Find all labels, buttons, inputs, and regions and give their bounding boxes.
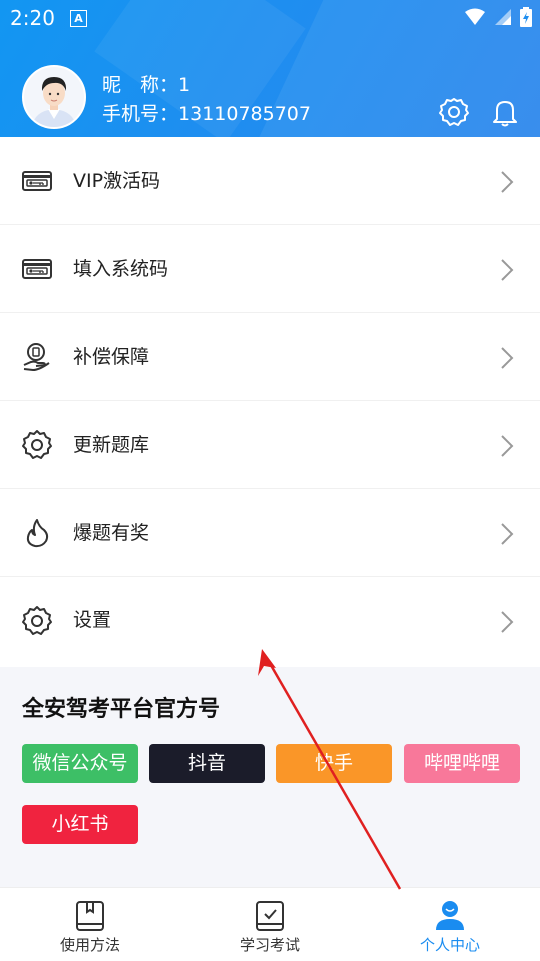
wifi-icon bbox=[465, 8, 485, 25]
official-accounts-section: 全安驾考平台官方号 微信公众号 抖音 快手 哔哩哔哩 小红书 bbox=[0, 667, 540, 887]
menu-item-label: VIP激活码 bbox=[73, 170, 161, 192]
person-icon bbox=[436, 901, 464, 930]
gear-icon bbox=[22, 430, 52, 459]
chevron-right-icon bbox=[501, 611, 514, 633]
chevron-right-icon bbox=[501, 171, 514, 193]
flame-icon bbox=[26, 519, 49, 548]
status-time: 2:20 bbox=[10, 6, 55, 30]
gear-icon bbox=[22, 606, 52, 635]
system-code-card-icon bbox=[22, 259, 52, 279]
xiaohongshu-account-button[interactable]: 小红书 bbox=[22, 805, 138, 844]
menu-item-label: 填入系统码 bbox=[73, 258, 169, 280]
tab-label: 学习考试 bbox=[239, 936, 300, 954]
section-title: 全安驾考平台官方号 bbox=[22, 697, 221, 722]
bilibili-account-button[interactable]: 哔哩哔哩 bbox=[404, 744, 520, 783]
status-bar: 2:20 A bbox=[0, 0, 540, 36]
nickname-value: 1 bbox=[178, 74, 191, 96]
douyin-account-button[interactable]: 抖音 bbox=[149, 744, 265, 783]
menu-item-update-question-bank[interactable]: 更新题库 bbox=[0, 401, 540, 489]
phone-row: 手机号：13110785707 bbox=[102, 99, 311, 126]
settings-gear-icon[interactable] bbox=[438, 96, 470, 128]
chevron-right-icon bbox=[501, 523, 514, 545]
menu-item-label: 设置 bbox=[73, 609, 112, 631]
menu-item-label: 补偿保障 bbox=[73, 346, 150, 368]
menu-list: VIP激活码 填入系统码 补偿保障 更新题库 爆题有奖 设置 bbox=[0, 137, 540, 663]
phone-value: 13110785707 bbox=[178, 103, 311, 125]
menu-item-report-reward[interactable]: 爆题有奖 bbox=[0, 489, 540, 577]
kuaishou-account-button[interactable]: 快手 bbox=[276, 744, 392, 783]
phone-label: 手机号： bbox=[102, 103, 179, 125]
tab-usage[interactable]: 使用方法 bbox=[0, 888, 180, 961]
menu-item-system-code[interactable]: 填入系统码 bbox=[0, 225, 540, 313]
book-icon bbox=[76, 901, 104, 931]
bottom-tab-bar: 使用方法 学习考试 个人中心 bbox=[0, 887, 540, 961]
profile-header: 2:20 A 昵 称：1 手机号：13110785707 bbox=[0, 0, 540, 137]
chevron-right-icon bbox=[501, 435, 514, 457]
checklist-icon bbox=[256, 901, 284, 931]
chevron-right-icon bbox=[501, 347, 514, 369]
menu-item-compensation[interactable]: 补偿保障 bbox=[0, 313, 540, 401]
compensation-hand-icon bbox=[23, 343, 50, 372]
nickname-label: 昵 称： bbox=[102, 74, 179, 96]
tab-label: 个人中心 bbox=[419, 936, 480, 954]
nickname-row: 昵 称：1 bbox=[102, 70, 190, 97]
menu-item-label: 更新题库 bbox=[73, 434, 150, 456]
menu-item-settings[interactable]: 设置 bbox=[0, 577, 540, 663]
tab-study-exam[interactable]: 学习考试 bbox=[180, 888, 360, 961]
menu-item-label: 爆题有奖 bbox=[73, 522, 150, 544]
status-icons bbox=[464, 7, 532, 27]
chevron-right-icon bbox=[501, 259, 514, 281]
signal-icon bbox=[495, 9, 511, 25]
avatar[interactable] bbox=[22, 65, 86, 129]
activation-card-icon bbox=[22, 171, 52, 191]
battery-icon bbox=[520, 7, 532, 27]
bell-icon[interactable] bbox=[489, 96, 521, 128]
wechat-account-button[interactable]: 微信公众号 bbox=[22, 744, 138, 783]
a-notification-icon: A bbox=[70, 10, 87, 27]
tab-label: 使用方法 bbox=[59, 936, 120, 954]
tab-personal-center[interactable]: 个人中心 bbox=[360, 888, 540, 961]
menu-item-vip-code[interactable]: VIP激活码 bbox=[0, 137, 540, 225]
